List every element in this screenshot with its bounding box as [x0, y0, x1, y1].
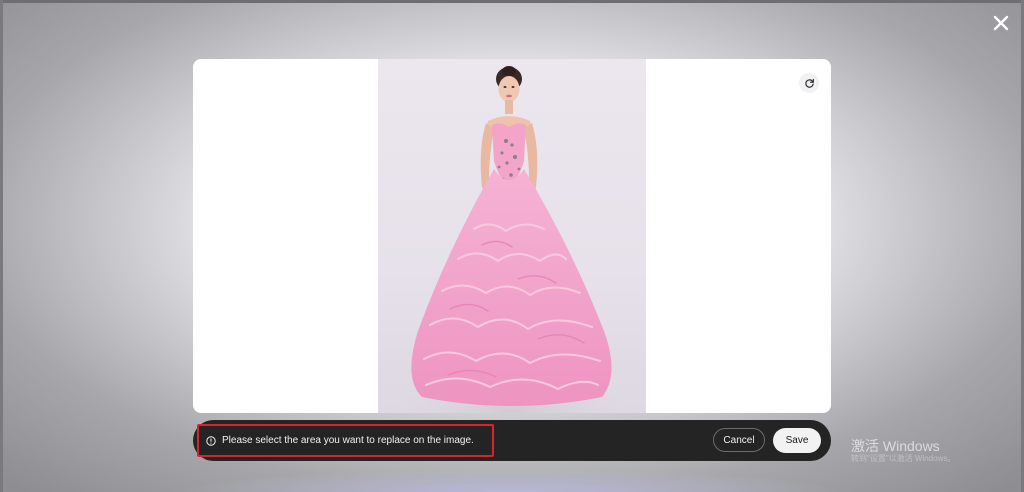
- hint-text: Please select the area you want to repla…: [222, 435, 474, 446]
- close-button[interactable]: [988, 10, 1014, 36]
- bottom-glow: [180, 470, 840, 492]
- screen-frame-top: [0, 0, 1024, 3]
- screen-frame-left: [0, 0, 3, 492]
- action-toolbar: Please select the area you want to repla…: [193, 420, 831, 461]
- reset-button[interactable]: [799, 73, 819, 93]
- product-photo[interactable]: [378, 59, 646, 413]
- dress-figure: [378, 66, 646, 413]
- windows-activation-watermark: 激活 Windows 转到"设置"以激活 Windows。: [851, 438, 955, 464]
- instruction-hint: Please select the area you want to repla…: [197, 424, 494, 457]
- refresh-icon: [804, 78, 814, 88]
- watermark-subtitle: 转到"设置"以激活 Windows。: [851, 454, 956, 463]
- info-icon: [206, 435, 216, 446]
- save-button[interactable]: Save: [773, 428, 821, 453]
- image-canvas[interactable]: [193, 59, 831, 413]
- watermark-title: 激活 Windows: [851, 438, 940, 454]
- cancel-button[interactable]: Cancel: [713, 428, 765, 452]
- close-icon: [993, 15, 1009, 31]
